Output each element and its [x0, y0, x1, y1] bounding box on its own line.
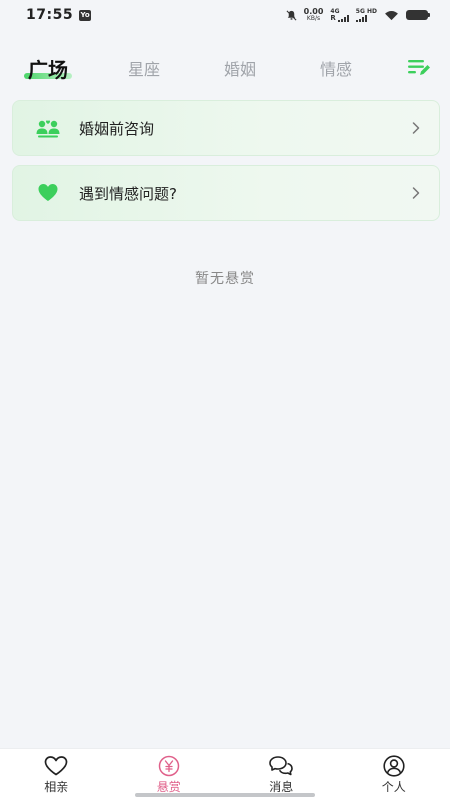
people-icon	[35, 117, 61, 139]
tab-label: 情感	[319, 60, 352, 79]
yen-coin-icon	[158, 755, 179, 777]
card-emotion-problem[interactable]: 遇到情感问题?	[12, 165, 440, 221]
battery-icon	[406, 10, 430, 20]
network-speed: 0.00 KB/s	[303, 7, 324, 23]
tab-horoscope[interactable]: 星座	[122, 50, 166, 86]
user-circle-icon	[383, 755, 405, 777]
wifi-icon	[385, 10, 398, 20]
heart-icon	[35, 182, 61, 204]
chevron-right-icon	[412, 187, 420, 199]
signal-5g: 5G HD	[355, 8, 377, 22]
chat-bubbles-icon	[269, 756, 294, 776]
status-time: 17:55	[26, 7, 74, 23]
nav-item-matchmaking[interactable]: 相亲	[0, 749, 113, 800]
nav-item-profile[interactable]: 个人	[338, 749, 450, 800]
edit-list-icon	[408, 60, 430, 75]
heart-outline-icon	[44, 756, 68, 776]
tab-marriage[interactable]: 婚姻	[218, 50, 262, 86]
top-tabbar: 广场 星座 婚姻 情感	[0, 50, 450, 86]
mute-bell-icon	[286, 10, 297, 20]
card-premarital-consult[interactable]: 婚姻前咨询	[12, 100, 440, 156]
bottom-nav: 相亲 悬赏 消息 个人	[0, 748, 450, 800]
status-bar: 17:55 Yo 0.00 KB/s 4G R 5G HD	[0, 0, 450, 30]
empty-state-text: 暂无悬赏	[195, 271, 255, 287]
card-label: 遇到情感问题?	[79, 184, 177, 203]
tab-plaza[interactable]: 广场	[22, 50, 74, 86]
home-indicator[interactable]	[135, 793, 315, 797]
card-label: 婚姻前咨询	[79, 119, 155, 138]
signal-4g: 4G R	[330, 8, 349, 22]
nav-label: 个人	[381, 780, 406, 794]
chevron-right-icon	[412, 122, 420, 134]
edit-list-button[interactable]	[406, 55, 432, 79]
tab-label: 星座	[127, 60, 160, 79]
app-notification-icon: Yo	[79, 9, 92, 21]
tab-label: 广场	[28, 57, 68, 82]
nav-label: 相亲	[44, 780, 69, 794]
tab-label: 婚姻	[223, 60, 256, 79]
tab-emotion[interactable]: 情感	[314, 50, 358, 86]
